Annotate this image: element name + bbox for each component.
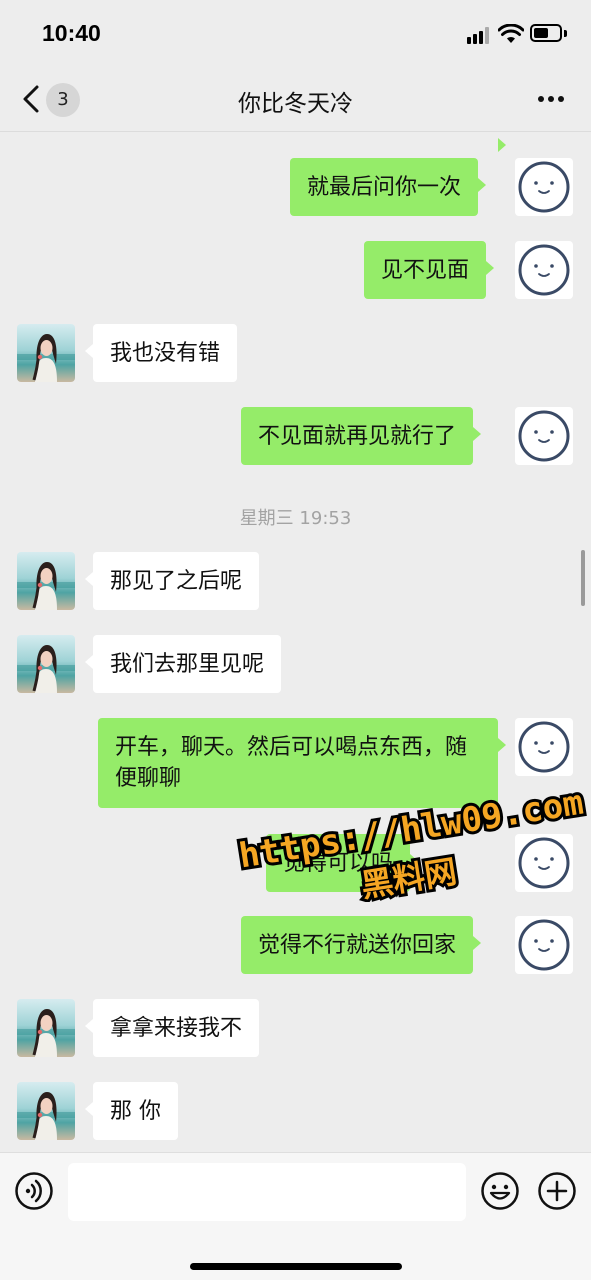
avatar-me[interactable] xyxy=(515,916,573,974)
message-text: 那 你 xyxy=(110,1098,161,1124)
chevron-left-icon[interactable] xyxy=(18,84,44,114)
avatar-me[interactable] xyxy=(515,241,573,299)
avatar-contact[interactable] xyxy=(17,324,75,382)
message-bubble-me[interactable]: 觉得可以吗 xyxy=(266,834,419,892)
message-bubble-contact[interactable]: 那 你 xyxy=(85,1082,178,1140)
voice-icon[interactable] xyxy=(14,1171,54,1211)
avatar-me[interactable] xyxy=(515,718,573,776)
message-text: 就最后问你一次 xyxy=(307,174,462,200)
message-text: 见不见面 xyxy=(381,257,470,283)
message-list[interactable]: 就最后问你一次 见不见面 我也没有错 不见面就再见就行了 星期三 19:53 那… xyxy=(0,132,591,1152)
input-bar xyxy=(0,1152,591,1280)
message-bubble-contact[interactable]: 拿拿来接我不 xyxy=(84,999,260,1057)
avatar-me[interactable] xyxy=(515,407,573,465)
message-bubble-me[interactable]: 开车，聊天。然后可以喝点东西，随便聊聊 xyxy=(98,718,506,808)
avatar-contact[interactable] xyxy=(17,1082,75,1140)
message-bubble-contact[interactable]: 那见了之后呢 xyxy=(84,552,260,610)
message-text: 觉得不行就送你回家 xyxy=(258,932,457,958)
avatar-me[interactable] xyxy=(515,834,573,892)
message-bubble-me[interactable]: 觉得不行就送你回家 xyxy=(241,916,482,974)
message-timestamp: 星期三 19:53 xyxy=(239,508,352,529)
message-text: 拿拿来接我不 xyxy=(110,1015,243,1041)
message-bubble-me[interactable]: 就最后问你一次 xyxy=(290,158,487,216)
unread-count-badge[interactable]: 3 xyxy=(46,83,80,117)
avatar-contact[interactable] xyxy=(17,635,75,693)
message-bubble-contact[interactable]: 我们去那里见呢 xyxy=(84,635,282,693)
status-bar: 10:40 xyxy=(0,0,591,68)
status-time: 10:40 xyxy=(42,20,101,46)
message-text: 我也没有错 xyxy=(110,340,221,366)
avatar-me[interactable] xyxy=(515,158,573,216)
battery-icon xyxy=(530,24,562,42)
message-text: 那见了之后呢 xyxy=(110,568,243,594)
message-bubble-me[interactable]: 见不见面 xyxy=(364,241,495,299)
message-text: 开车，聊天。然后可以喝点东西，随便聊聊 xyxy=(115,735,468,791)
message-input[interactable] xyxy=(68,1163,466,1221)
message-text: 我们去那里见呢 xyxy=(110,651,265,677)
message-text: 不见面就再见就行了 xyxy=(258,423,457,449)
wifi-icon xyxy=(498,24,524,43)
chat-title: 你比冬天冷 xyxy=(238,91,353,117)
scrollbar[interactable] xyxy=(581,550,585,606)
emoji-icon[interactable] xyxy=(480,1171,520,1211)
home-indicator[interactable] xyxy=(190,1263,402,1270)
message-bubble-me[interactable]: 不见面就再见就行了 xyxy=(241,407,482,465)
message-bubble-contact[interactable]: 我也没有错 xyxy=(84,324,238,382)
cellular-signal-icon xyxy=(467,26,491,44)
more-dots-icon[interactable] xyxy=(536,96,566,104)
avatar-contact[interactable] xyxy=(17,552,75,610)
avatar-contact[interactable] xyxy=(17,999,75,1057)
message-text: 觉得可以吗 xyxy=(283,850,394,876)
chat-header: 3 你比冬天冷 xyxy=(0,68,591,132)
plus-circle-icon[interactable] xyxy=(537,1171,577,1211)
